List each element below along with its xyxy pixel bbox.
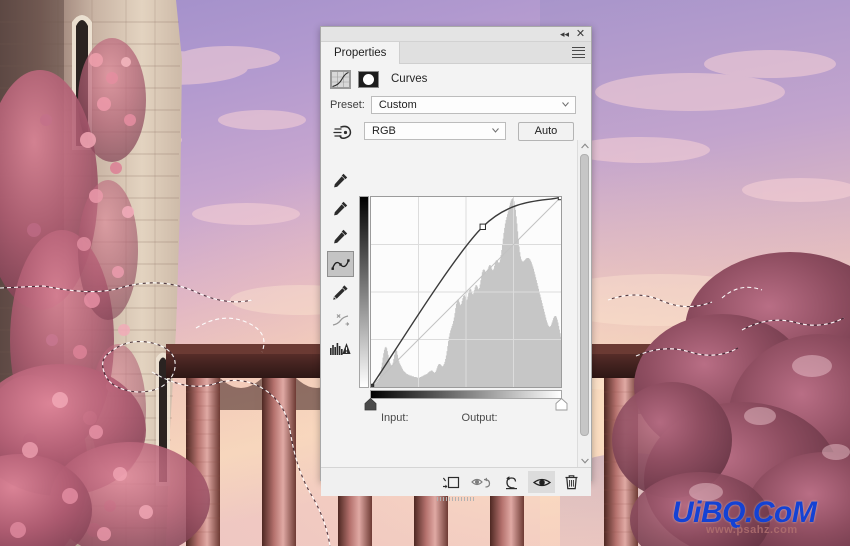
- sample-white-point-tool[interactable]: [327, 223, 354, 249]
- scroll-down-arrow[interactable]: [578, 455, 591, 467]
- white-point-slider[interactable]: [555, 397, 568, 411]
- eye-icon: [532, 478, 551, 486]
- panel-tab-bar: Properties: [321, 42, 591, 64]
- eyedropper-white-icon: [334, 229, 348, 243]
- eyedropper-black-icon: [334, 173, 348, 187]
- auto-button[interactable]: Auto: [518, 121, 574, 141]
- reset-arrow-icon: [506, 475, 517, 489]
- curve-control-point[interactable]: [479, 223, 486, 231]
- delete-adjustment-layer-button[interactable]: [558, 471, 585, 493]
- eyedropper-gray-icon: [334, 201, 348, 215]
- chevron-down-icon: [492, 128, 499, 133]
- close-icon[interactable]: ✕: [574, 28, 587, 41]
- clip-to-layer-icon: [442, 476, 460, 488]
- curve-grid[interactable]: [370, 196, 562, 388]
- layer-mask-thumbnail[interactable]: [358, 70, 379, 88]
- reset-adjustment-button[interactable]: [498, 471, 525, 493]
- channel-value: RGB: [372, 125, 396, 137]
- curves-adjustment-thumbnail[interactable]: [330, 69, 351, 89]
- panel-scrollbar[interactable]: [577, 140, 590, 467]
- curve-control-point[interactable]: [371, 383, 375, 387]
- clip-to-layer-button[interactable]: [438, 471, 465, 493]
- sample-black-point-tool[interactable]: [327, 167, 354, 193]
- edit-points-tool[interactable]: [327, 251, 354, 277]
- sample-gray-point-tool[interactable]: [327, 195, 354, 221]
- output-gradient-bar: [359, 196, 369, 388]
- panel-footer: [321, 468, 591, 501]
- curves-tool-strip: [327, 167, 357, 363]
- tab-properties-label: Properties: [334, 47, 387, 59]
- preset-label: Preset:: [330, 99, 365, 111]
- collapse-panel-icon[interactable]: ◂◂: [558, 28, 571, 41]
- panel-menu-icon[interactable]: [572, 47, 585, 58]
- curve-canvas[interactable]: [371, 197, 561, 387]
- scrollbar-thumb[interactable]: [580, 154, 589, 436]
- input-output-row: Input: Output:: [381, 412, 498, 424]
- scroll-up-arrow[interactable]: [578, 140, 591, 152]
- toggle-layer-visibility-button[interactable]: [528, 471, 555, 493]
- panel-resize-grip[interactable]: [437, 497, 475, 501]
- properties-panel[interactable]: ◂◂ ✕ Properties Curves Preset: Custom RG…: [320, 26, 592, 501]
- preset-value: Custom: [378, 99, 417, 111]
- show-clipping-toggle[interactable]: [327, 335, 354, 361]
- trash-icon: [565, 475, 578, 490]
- draw-curve-pencil-tool[interactable]: [327, 279, 354, 305]
- auto-label: Auto: [534, 125, 558, 137]
- smooth-curve-button[interactable]: [327, 307, 354, 333]
- preset-row: Preset: Custom: [321, 94, 591, 116]
- output-label: Output:: [461, 412, 498, 424]
- channel-select[interactable]: RGB: [364, 122, 506, 140]
- panel-titlebar[interactable]: ◂◂ ✕: [321, 27, 591, 42]
- input-gradient-bar: [370, 390, 562, 399]
- eye-previous-icon: [471, 477, 491, 488]
- input-label: Input:: [381, 412, 409, 424]
- histogram-warning-icon: [330, 343, 351, 355]
- curve-icon: [331, 258, 350, 270]
- view-previous-state-button[interactable]: [468, 471, 495, 493]
- channel-row: RGB Auto: [321, 118, 591, 144]
- adjustment-title: Curves: [391, 73, 428, 85]
- adjustment-header: Curves: [321, 64, 591, 94]
- curves-graph-area[interactable]: [359, 196, 568, 411]
- black-point-slider[interactable]: [364, 397, 377, 411]
- on-image-adjustment-icon[interactable]: [329, 120, 357, 144]
- chevron-down-icon: [561, 102, 569, 107]
- preset-select[interactable]: Custom: [370, 96, 576, 114]
- tab-properties[interactable]: Properties: [321, 42, 401, 64]
- panel-body: Curves Preset: Custom RGB Auto Input: Ou…: [321, 64, 591, 468]
- curve-control-point[interactable]: [557, 197, 561, 201]
- pencil-icon: [333, 284, 348, 300]
- smooth-curve-icon: [332, 313, 349, 326]
